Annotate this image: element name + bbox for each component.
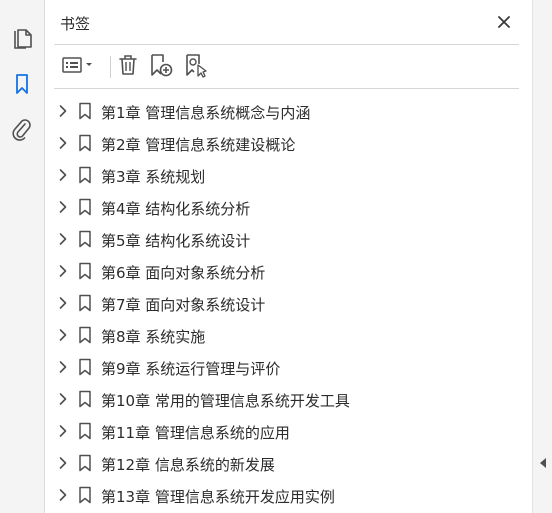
header-divider xyxy=(54,44,519,45)
bookmark-label: 第8章 系统实施 xyxy=(101,328,206,346)
add-bookmark-icon xyxy=(148,52,174,82)
bookmarks-toolbar xyxy=(54,50,519,84)
bookmark-icon xyxy=(78,198,92,216)
bookmark-item[interactable]: 第7章 面向对象系统设计 xyxy=(45,287,531,319)
bookmark-label: 第6章 面向对象系统分析 xyxy=(101,264,266,282)
panel-splitter[interactable] xyxy=(532,0,552,513)
bookmark-icon xyxy=(78,326,92,344)
bookmark-label: 第7章 面向对象系统设计 xyxy=(101,296,266,314)
bookmark-icon xyxy=(78,262,92,280)
new-bookmark-button[interactable] xyxy=(146,53,176,81)
bookmark-label: 第12章 信息系统的新发展 xyxy=(101,456,275,474)
trash-icon xyxy=(117,53,139,81)
bookmark-icon xyxy=(78,166,92,184)
bookmark-label: 第3章 系统规划 xyxy=(101,168,206,186)
bookmark-icon xyxy=(78,294,92,312)
collapse-panel-arrow-icon[interactable] xyxy=(539,454,547,468)
bookmark-icon xyxy=(78,390,92,408)
bookmark-label: 第2章 管理信息系统建设概论 xyxy=(101,136,296,154)
bookmark-item[interactable]: 第3章 系统规划 xyxy=(45,159,531,191)
options-menu-button[interactable] xyxy=(58,53,98,81)
bookmark-icon xyxy=(78,134,92,152)
chevron-right-icon[interactable] xyxy=(57,488,69,502)
find-bookmark-icon xyxy=(182,52,208,82)
chevron-right-icon[interactable] xyxy=(57,392,69,406)
toolbar-divider xyxy=(54,88,519,89)
bookmark-label: 第4章 结构化系统分析 xyxy=(101,200,251,218)
bookmark-icon xyxy=(78,230,92,248)
chevron-right-icon[interactable] xyxy=(57,232,69,246)
bookmark-item[interactable]: 第9章 系统运行管理与评价 xyxy=(45,351,531,383)
chevron-right-icon[interactable] xyxy=(57,136,69,150)
chevron-right-icon[interactable] xyxy=(57,200,69,214)
bookmark-icon xyxy=(78,358,92,376)
bookmarks-panel: 书签 第1章 管理信息系统概念与内涵 第2章 管理信息系统建设概论 第3章 系统… xyxy=(45,0,531,513)
chevron-right-icon[interactable] xyxy=(57,328,69,342)
bookmark-icon xyxy=(78,486,92,504)
bookmark-item[interactable]: 第11章 管理信息系统的应用 xyxy=(45,415,531,447)
bookmarks-window: 书签 第1章 管理信息系统概念与内涵 第2章 管理信息系统建设概论 第3章 系统… xyxy=(0,0,552,513)
bookmark-label: 第11章 管理信息系统的应用 xyxy=(101,424,290,442)
panel-header: 书签 xyxy=(45,0,531,44)
bookmark-icon xyxy=(78,454,92,472)
bookmark-item[interactable]: 第2章 管理信息系统建设概论 xyxy=(45,127,531,159)
chevron-right-icon[interactable] xyxy=(57,456,69,470)
chevron-right-icon[interactable] xyxy=(57,168,69,182)
delete-bookmark-button[interactable] xyxy=(114,53,142,81)
options-menu-icon xyxy=(61,55,95,79)
bookmark-label: 第5章 结构化系统设计 xyxy=(101,232,251,250)
chevron-right-icon[interactable] xyxy=(57,264,69,278)
bookmark-icon xyxy=(78,102,92,120)
navigation-rail xyxy=(0,0,45,513)
toolbar-separator xyxy=(110,56,111,78)
bookmark-label: 第9章 系统运行管理与评价 xyxy=(101,360,281,378)
bookmark-item[interactable]: 第1章 管理信息系统概念与内涵 xyxy=(45,95,531,127)
bookmark-item[interactable]: 第8章 系统实施 xyxy=(45,319,531,351)
bookmark-icon[interactable] xyxy=(8,70,36,98)
bookmark-item[interactable]: 第12章 信息系统的新发展 xyxy=(45,447,531,479)
find-bookmark-button[interactable] xyxy=(180,53,210,81)
bookmark-label: 第10章 常用的管理信息系统开发工具 xyxy=(101,392,350,410)
chevron-right-icon[interactable] xyxy=(57,360,69,374)
bookmark-list: 第1章 管理信息系统概念与内涵 第2章 管理信息系统建设概论 第3章 系统规划第4章… xyxy=(45,95,531,511)
bookmark-item[interactable]: 第5章 结构化系统设计 xyxy=(45,223,531,255)
close-icon[interactable] xyxy=(494,12,514,32)
bookmark-icon xyxy=(78,422,92,440)
chevron-right-icon[interactable] xyxy=(57,104,69,118)
bookmark-item[interactable]: 第6章 面向对象系统分析 xyxy=(45,255,531,287)
bookmark-label: 第13章 管理信息系统开发应用实例 xyxy=(101,488,335,506)
bookmark-label: 第1章 管理信息系统概念与内涵 xyxy=(101,104,311,122)
attachment-icon[interactable] xyxy=(8,116,36,144)
pages-icon[interactable] xyxy=(8,24,36,52)
chevron-right-icon[interactable] xyxy=(57,424,69,438)
bookmark-item[interactable]: 第10章 常用的管理信息系统开发工具 xyxy=(45,383,531,415)
chevron-right-icon[interactable] xyxy=(57,296,69,310)
panel-title: 书签 xyxy=(60,15,91,33)
bookmark-item[interactable]: 第4章 结构化系统分析 xyxy=(45,191,531,223)
bookmark-item[interactable]: 第13章 管理信息系统开发应用实例 xyxy=(45,479,531,511)
